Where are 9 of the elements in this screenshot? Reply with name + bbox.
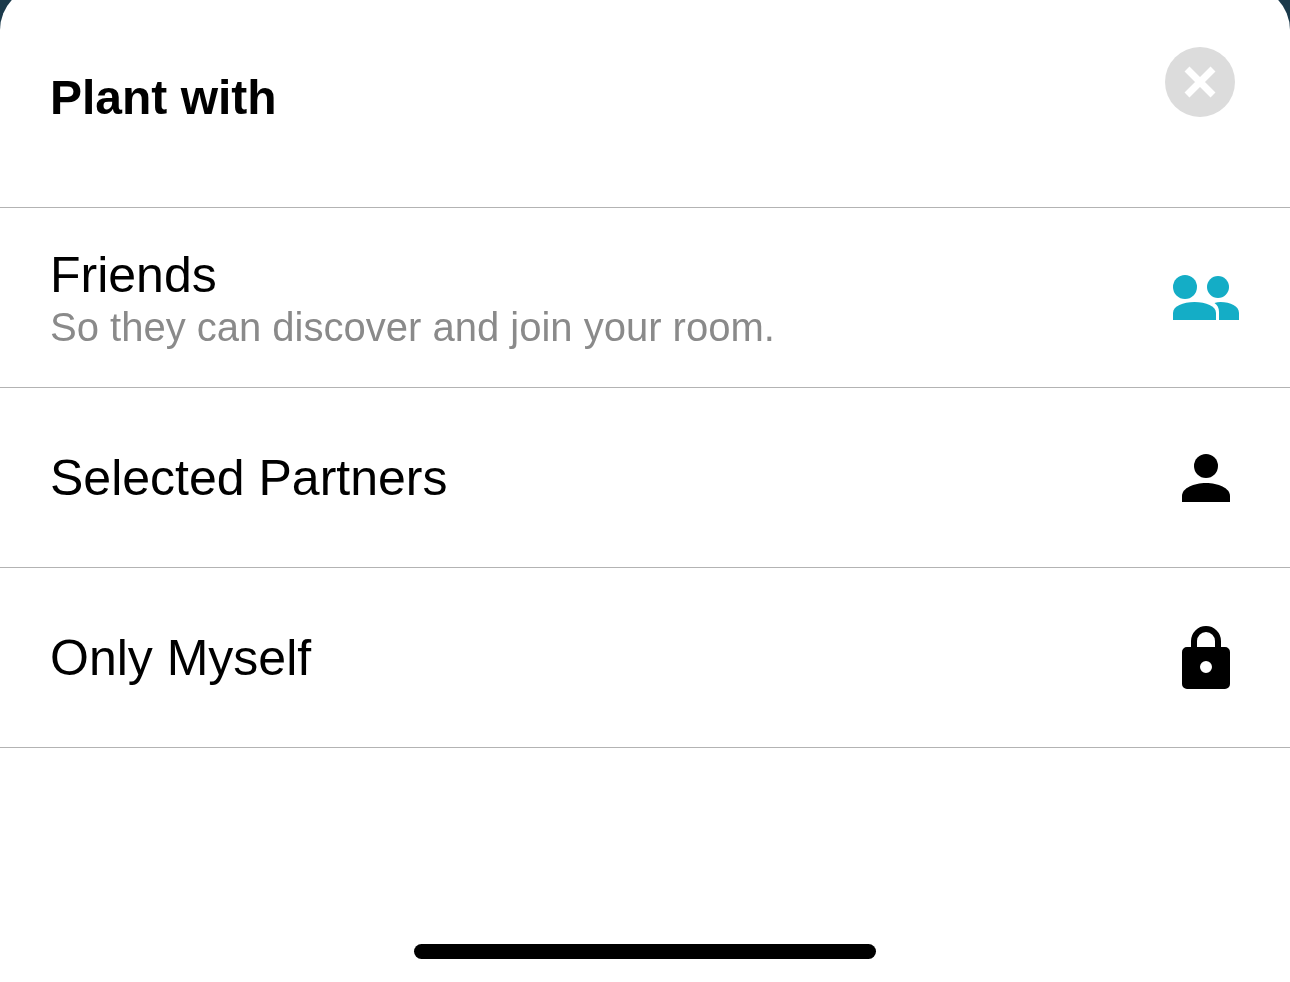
option-row[interactable]: Selected Partners (0, 388, 1290, 568)
option-label: Friends (50, 245, 218, 304)
option-label: Only Myself (50, 628, 312, 687)
close-icon (1184, 66, 1216, 98)
option-label: Selected Partners (50, 448, 448, 507)
option-row[interactable]: Only Myself (0, 568, 1290, 748)
option-description: So they can discover and join your room. (50, 303, 775, 350)
option-row[interactable]: Friends So they can discover and join your room. (0, 208, 1290, 388)
sheet-title: Plant with (50, 74, 277, 122)
